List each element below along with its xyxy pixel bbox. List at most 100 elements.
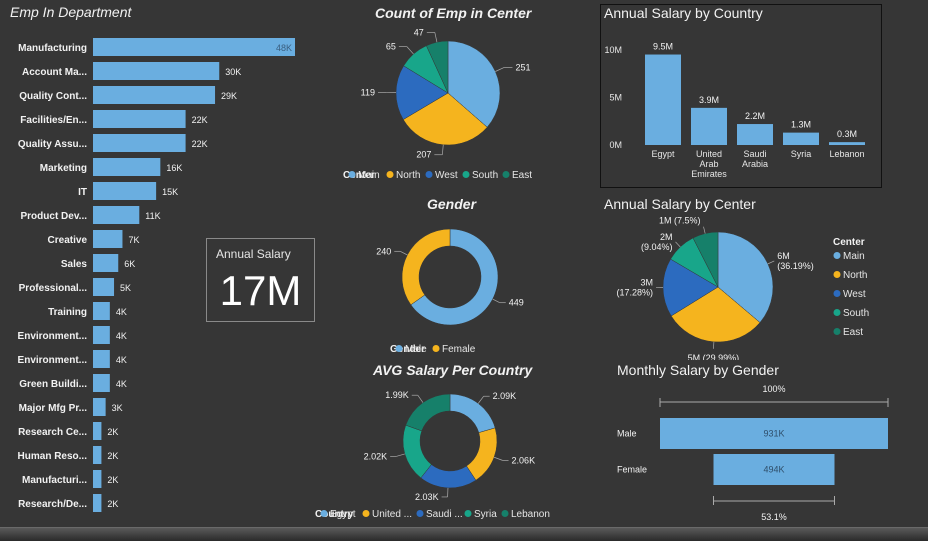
country-bar[interactable] [691,107,727,145]
funnel-category-label: Male [617,429,637,439]
leader-line [713,341,715,349]
pie-slice-saudi-[interactable] [420,464,477,489]
legend-marker [425,171,433,178]
leader-line [495,67,505,72]
annual-salary-value: 17M [219,267,302,314]
pie-slice-female[interactable] [401,228,451,306]
legend-item[interactable]: Syria [474,509,497,520]
legend-item[interactable]: Female [442,344,476,355]
dept-bar[interactable] [93,158,161,176]
salary-center-chart: 6M (36.19%) 5M (29.99%) 3M (17.28%) 2M (9.04%)… [616,216,869,360]
legend-item[interactable]: South [472,170,498,181]
dept-bar[interactable] [93,38,295,56]
dept-category-label: Marketing [40,163,87,174]
legend-item[interactable]: Male [405,344,427,355]
dept-bar[interactable] [93,230,123,248]
dept-category-label: Manufacturi... [22,475,87,486]
bottom-scrollbar[interactable] [0,527,928,541]
dept-category-label: Environment... [18,355,88,366]
annual-salary-card[interactable]: Annual Salary 17M [206,238,315,322]
dept-bar[interactable] [93,470,102,488]
dept-bar[interactable] [93,62,220,80]
pie-slice-egypt[interactable] [449,393,496,433]
funnel-bottom-percent: 53.1% [761,512,787,522]
dept-bar[interactable] [93,86,216,104]
legend-marker [502,171,510,178]
annual-salary-label: Annual Salary [216,247,291,261]
count-center-chart: 2512071196547CenterMain North West South Eas… [343,27,532,181]
country-value-label: 3.9M [699,95,719,105]
country-value-label: 0.3M [837,129,857,139]
dept-category-label: Product Dev... [21,211,88,222]
country-bar[interactable] [829,142,865,145]
country-category-label: Syria [791,149,812,159]
dept-category-label: Major Mfg Pr... [19,403,88,414]
legend-marker [320,510,328,517]
dept-value-label: 15K [162,187,178,197]
legend-marker [462,171,470,178]
dept-category-label: Green Buildi... [19,379,87,390]
dept-bar[interactable] [93,254,119,272]
pie-value-label: 449 [509,298,524,308]
monthly-gender-chart: 100% 931K Male 494K Female 53.1% [617,384,889,522]
legend-item[interactable]: North [843,270,867,281]
legend-item[interactable]: North [396,170,420,181]
pie-slice-syria[interactable] [402,424,432,479]
dept-bar[interactable] [93,206,140,224]
dept-bar[interactable] [93,302,110,320]
dept-value-label: 2K [107,427,118,437]
country-bar[interactable] [645,54,681,145]
dept-value-label: 2K [107,475,118,485]
dept-bar[interactable] [93,446,102,464]
dept-category-label: Quality Cont... [19,91,87,102]
pie-value-label: 1.99K [385,390,409,400]
dept-bar[interactable] [93,110,186,128]
dept-bar[interactable] [93,398,106,416]
legend-item[interactable]: Lebanon [511,509,550,520]
legend-marker [395,345,403,352]
pie-slice-united-[interactable] [466,427,498,481]
legend-item[interactable]: Saudi ... [426,509,463,520]
pie-value-label: 6M (36.19%) [777,251,814,271]
dept-category-label: Account Ma... [22,67,87,78]
dept-bar[interactable] [93,326,110,344]
dept-bar[interactable] [93,278,115,296]
legend-item[interactable]: East [512,170,532,181]
dept-category-label: Training [48,307,87,318]
legend-item[interactable]: West [435,170,458,181]
avg-salary-country-chart: 2.09K2.06K2.03K2.02K1.99KCountryEgypt Uni… [315,390,550,520]
dept-value-label: 5K [120,283,131,293]
leader-line [400,251,408,256]
dept-value-label: 2K [107,499,118,509]
dept-bar[interactable] [93,350,110,368]
dept-value-label: 4K [116,379,127,389]
leader-line [493,456,503,461]
dept-bar[interactable] [93,134,186,152]
pie-value-label: 5M (29.99%) [688,353,740,360]
legend-item[interactable]: Main [358,170,380,181]
dept-bar[interactable] [93,494,102,512]
dept-bar[interactable] [93,374,110,392]
dept-value-label: 4K [116,355,127,365]
dept-value-label: 29K [221,91,237,101]
funnel-value-label: 931K [763,429,784,439]
legend-item[interactable]: Egypt [330,509,356,520]
dept-bar[interactable] [93,182,157,200]
legend-item[interactable]: South [843,308,869,319]
pie-value-label: 1M (7.5%) [659,216,701,226]
legend-item[interactable]: Main [843,251,865,262]
dept-value-label: 48K [276,43,292,53]
legend-item[interactable]: West [843,289,866,300]
dept-bar[interactable] [93,422,102,440]
pie-slice-lebanon[interactable] [405,393,451,432]
y-tick-label: 5M [609,92,622,102]
dept-value-label: 11K [145,211,160,221]
country-bar[interactable] [737,124,773,145]
pie-value-label: 47 [414,27,424,37]
legend-marker [501,510,509,517]
legend-item[interactable]: East [843,327,863,338]
country-category-label: Saudi Arabia [742,149,768,169]
legend-item[interactable]: United ... [372,509,412,520]
leader-line [703,226,706,234]
country-bar[interactable] [783,132,819,145]
